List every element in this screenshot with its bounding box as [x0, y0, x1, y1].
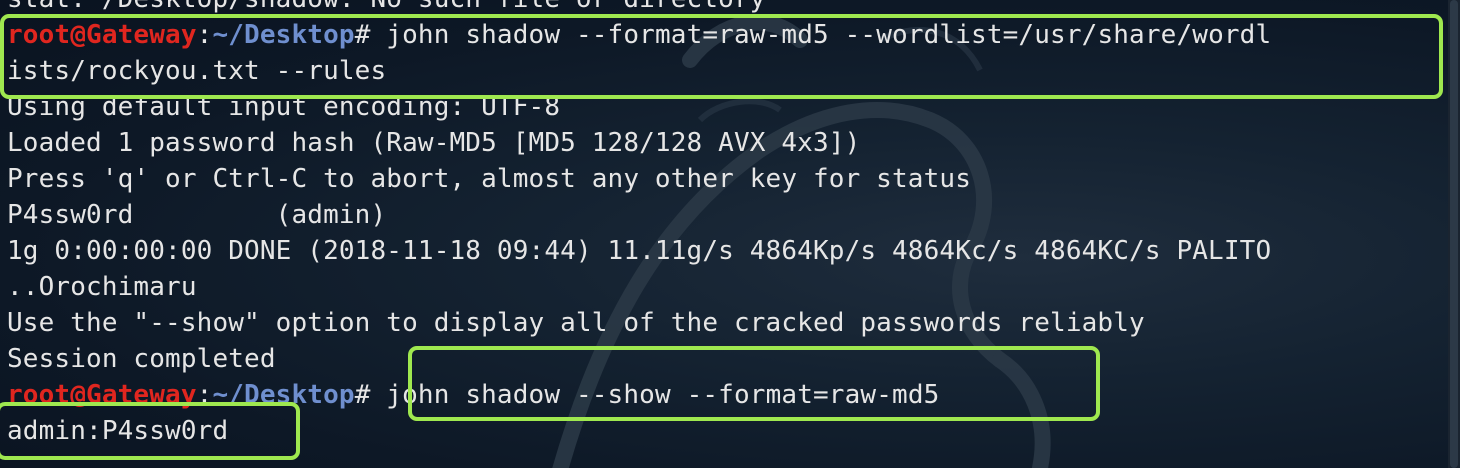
output-line: Press 'q' or Ctrl-C to abort, almost any…: [7, 164, 972, 194]
highlight-box-show-command: [408, 346, 1100, 421]
cracked-password-line: P4ssw0rd (admin): [7, 200, 387, 230]
terminal-window[interactable]: stat: /Desktop/shadow: No such file or d…: [0, 0, 1460, 468]
output-line: Use the "--show" option to display all o…: [7, 308, 1145, 338]
output-line: Loaded 1 password hash (Raw-MD5 [MD5 128…: [7, 128, 861, 158]
highlight-box-result: [0, 402, 300, 460]
prompt-symbol: #: [354, 380, 371, 410]
output-line: ..Orochimaru: [7, 272, 197, 302]
scrollbar-thumb[interactable]: [1450, 0, 1458, 468]
highlight-box-crack-command: [0, 14, 1443, 99]
output-line: 1g 0:00:00:00 DONE (2018-11-18 09:44) 11…: [7, 236, 1272, 266]
scrollbar[interactable]: [1448, 0, 1460, 468]
